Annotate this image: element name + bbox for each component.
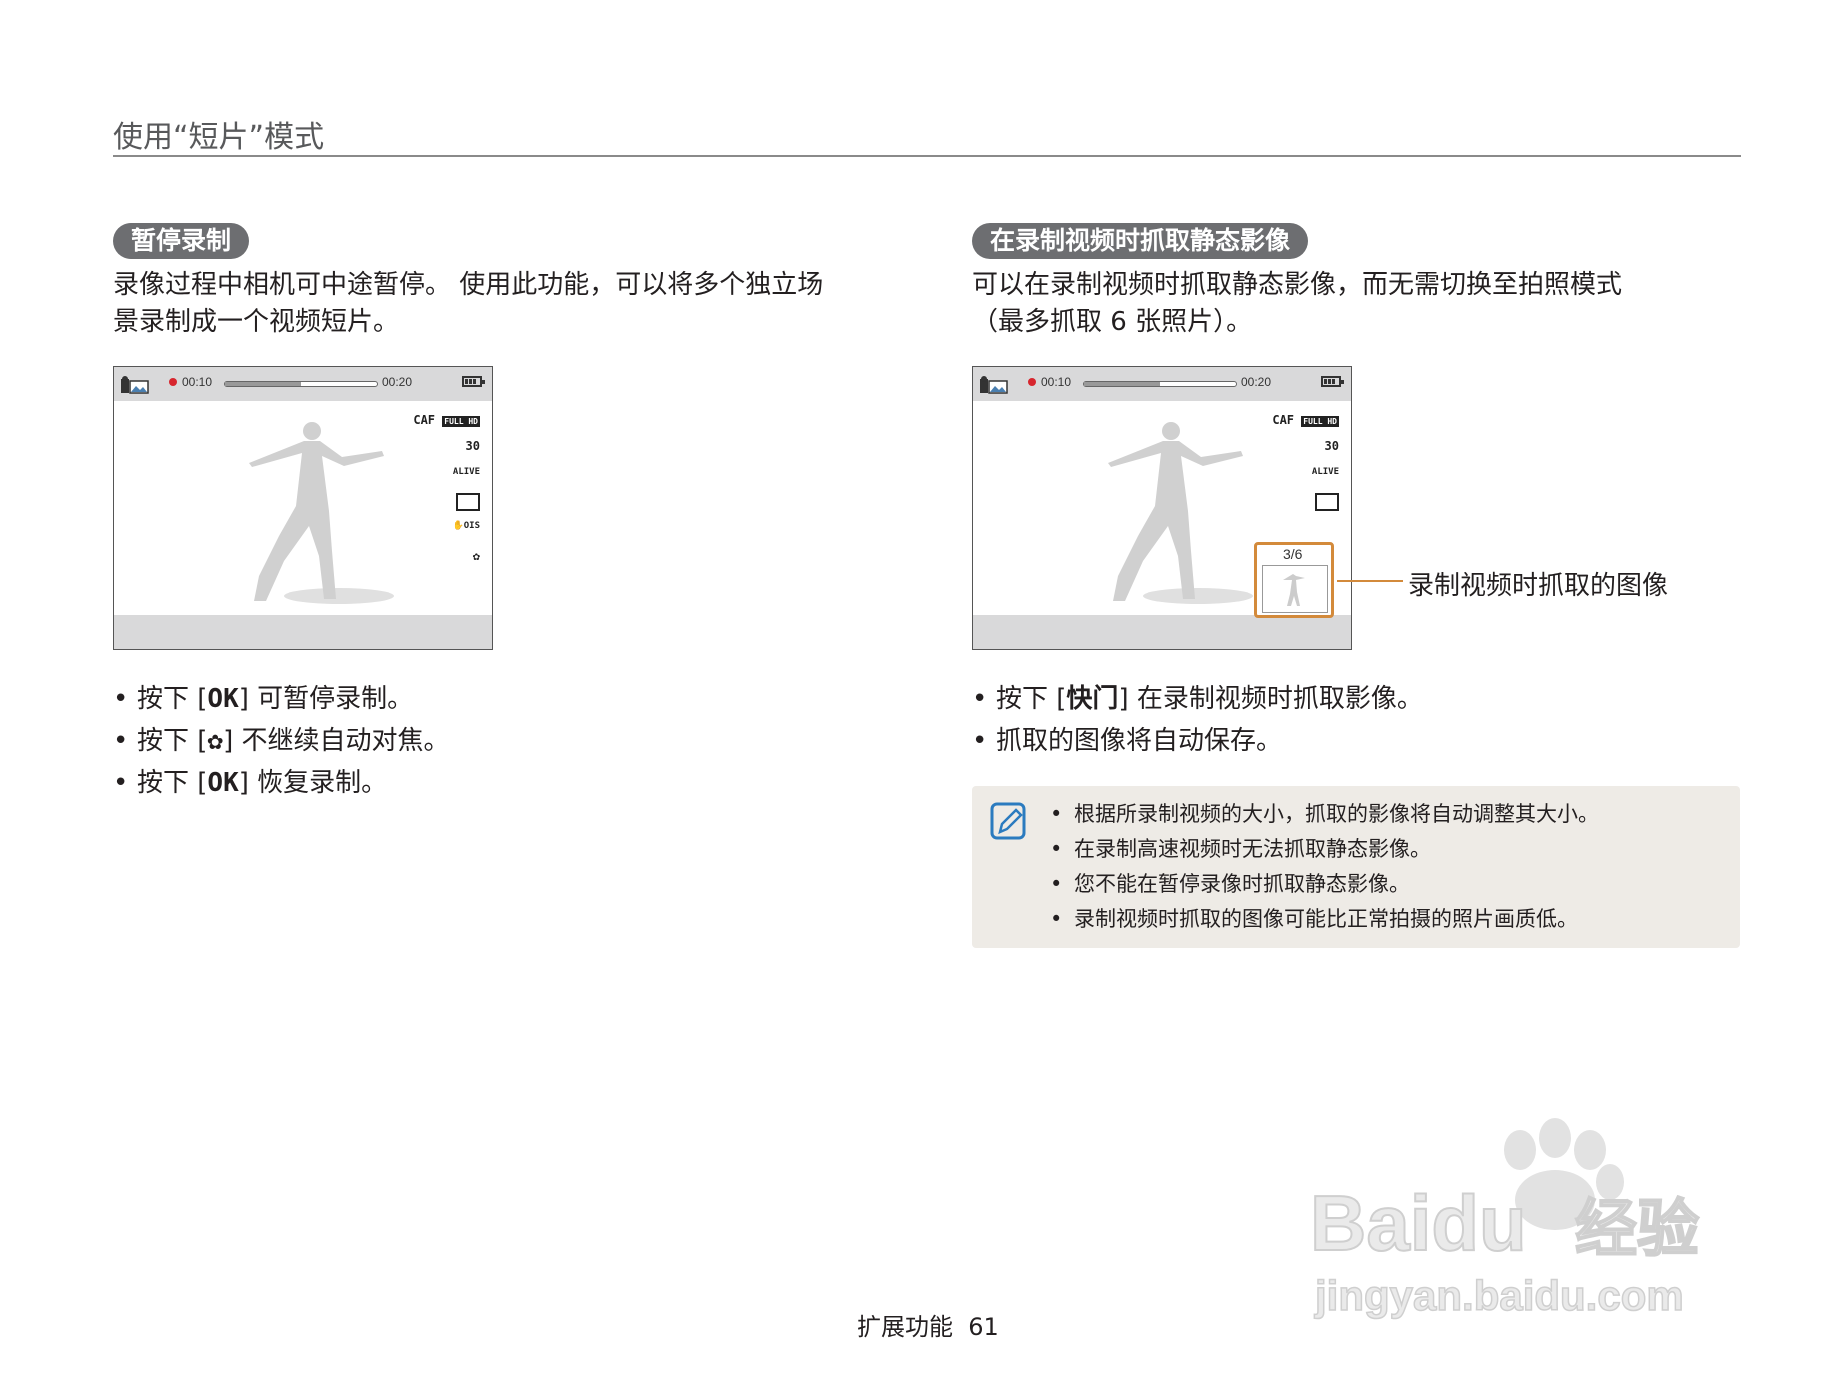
- intro-capture: 可以在录制视频时抓取静态影像，而无需切换至拍照模式 （最多抓取 6 张照片）。: [972, 267, 1622, 341]
- record-dot-icon: [169, 378, 177, 386]
- caf-fullhd-icon: CAF FULL HD: [1272, 413, 1339, 427]
- captured-thumbnail: [1262, 565, 1328, 613]
- intro-line: 录像过程中相机可中途暂停。 使用此功能，可以将多个独立场: [113, 270, 824, 300]
- svg-text:经验: 经验: [1575, 1192, 1699, 1265]
- page-footer: 扩展功能 61: [857, 1313, 999, 1341]
- capture-instructions: • 按下 [快门] 在录制视频时抓取影像。 • 抓取的图像将自动保存。: [972, 678, 1423, 762]
- movie-mode-icon: [121, 376, 149, 394]
- dancer-thumbnail-image: [1283, 574, 1305, 606]
- total-time: 00:20: [382, 375, 413, 389]
- sound-alive-icon: ALIVE: [452, 467, 480, 477]
- list-item: • 抓取的图像将自动保存。: [972, 726, 1283, 756]
- battery-icon: [462, 376, 485, 387]
- list-item: • 按下 [OK] 可暂停录制。: [113, 684, 414, 714]
- camera-screen-pause: 00:10 00:20 CAF FULL HD 30 ALIVE ✋OIS ✿: [113, 366, 493, 650]
- pause-instructions: • 按下 [OK] 可暂停录制。 • 按下 [✿] 不继续自动对焦。 • 按下 [OK…: [113, 678, 450, 804]
- macro-icon: ✿: [207, 726, 224, 756]
- total-time: 00:20: [1241, 375, 1272, 389]
- svg-text:jingyan.baidu.com: jingyan.baidu.com: [1314, 1272, 1684, 1319]
- note-item: • 根据所录制视频的大小，抓取的影像将自动调整其大小。: [1050, 802, 1599, 826]
- intro-line: 可以在录制视频时抓取静态影像，而无需切换至拍照模式: [972, 270, 1623, 300]
- ois-icon: ✋OIS: [452, 521, 480, 531]
- screen-bottom-bar: [114, 615, 492, 649]
- note-item: • 在录制高速视频时无法抓取静态影像。: [1050, 837, 1431, 861]
- callout-line: [1337, 580, 1403, 582]
- section-title-pause: 暂停录制: [113, 223, 250, 259]
- fps-30-icon: 30: [1324, 439, 1339, 453]
- sound-alive-icon: ALIVE: [1311, 467, 1339, 477]
- baidu-jingyan-watermark: Baidu 经验 jingyan.baidu.com: [1310, 1118, 1700, 1320]
- callout-label: 录制视频时抓取的图像: [1408, 571, 1669, 601]
- intro-pause: 录像过程中相机可中途暂停。 使用此功能，可以将多个独立场 景录制成一个视频短片。: [113, 267, 823, 341]
- header-divider: [113, 155, 1741, 157]
- intro-line: （最多抓取 6 张照片）。: [972, 307, 1253, 337]
- recording-progress: [1083, 381, 1237, 387]
- dancer-figure-image: [249, 422, 394, 604]
- note-list: • 根据所录制视频的大小，抓取的影像将自动调整其大小。 • 在录制高速视频时无法抓取…: [1050, 797, 1599, 937]
- section-title-capture: 在录制视频时抓取静态影像: [972, 223, 1309, 259]
- fps-30-icon: 30: [465, 439, 480, 453]
- list-item: • 按下 [OK] 恢复录制。: [113, 768, 388, 798]
- note-item: • 录制视频时抓取的图像可能比正常拍摄的照片画质低。: [1050, 907, 1578, 931]
- intro-line: 景录制成一个视频短片。: [113, 307, 400, 337]
- metering-icon: [1315, 493, 1339, 511]
- list-item: • 按下 [快门] 在录制视频时抓取影像。: [972, 684, 1423, 714]
- caf-fullhd-icon: CAF FULL HD: [413, 413, 480, 427]
- screen-bottom-bar: [973, 615, 1351, 649]
- battery-icon: [1321, 376, 1344, 387]
- elapsed-time: 00:10: [1041, 375, 1072, 389]
- note-item: • 您不能在暂停录像时抓取静态影像。: [1050, 872, 1410, 896]
- metering-icon: [456, 493, 480, 511]
- recording-progress: [224, 381, 378, 387]
- svg-text:Baidu: Baidu: [1310, 1179, 1527, 1267]
- list-item: • 按下 [✿] 不继续自动对焦。: [113, 726, 450, 756]
- note-pencil-icon: [990, 802, 1026, 840]
- movie-mode-icon: [980, 376, 1008, 394]
- record-dot-icon: [1028, 378, 1036, 386]
- elapsed-time: 00:10: [182, 375, 213, 389]
- capture-count: 3/6: [1283, 546, 1303, 562]
- page-header: 使用“短片”模式: [113, 120, 325, 155]
- macro-icon: ✿: [472, 549, 480, 563]
